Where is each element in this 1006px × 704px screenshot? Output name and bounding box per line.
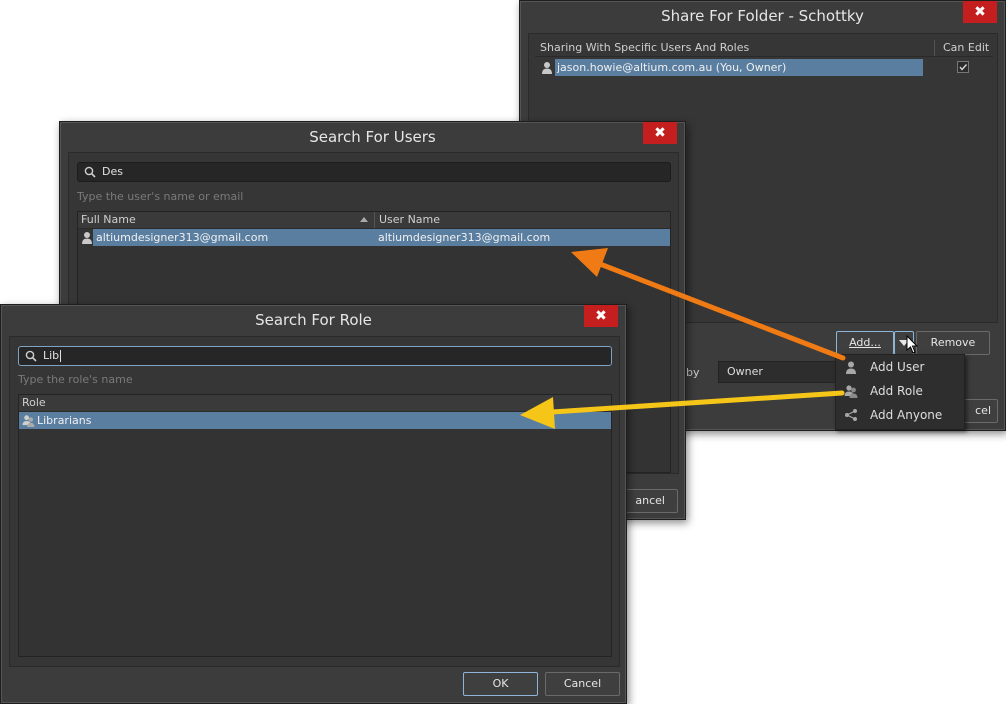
- share-dialog-title: Share For Folder - Schottky: [661, 7, 864, 25]
- sharing-list-header: Sharing With Specific Users And Roles Ca…: [535, 40, 993, 57]
- users-result-row[interactable]: altiumdesigner313@gmail.com altiumdesign…: [78, 229, 670, 246]
- users-search-input[interactable]: Des: [77, 162, 671, 182]
- role-icon: [22, 415, 35, 427]
- role-result-row[interactable]: Librarians: [19, 412, 611, 429]
- sharing-row-label: jason.howie@altium.com.au (You, Owner): [555, 59, 923, 76]
- role-icon: [844, 385, 858, 398]
- by-label: by: [686, 366, 700, 379]
- role-search-input[interactable]: Lib: [18, 346, 612, 366]
- sharing-row-owner[interactable]: jason.howie@altium.com.au (You, Owner): [535, 59, 923, 76]
- share-dialog-close-button[interactable]: ✖: [963, 1, 997, 23]
- role-search-hint: Type the role's name: [18, 373, 133, 386]
- user-icon: [846, 361, 856, 374]
- role-search-value: Lib: [43, 349, 60, 362]
- menu-item-add-anyone[interactable]: Add Anyone: [836, 403, 964, 427]
- add-dropdown-menu: Add User Add Role Add Anyone: [835, 354, 965, 430]
- add-button[interactable]: Add...: [836, 331, 894, 355]
- share-icon: [845, 409, 857, 421]
- col-full-name-header[interactable]: Full Name: [81, 212, 136, 228]
- users-list-header: Full Name User Name: [78, 212, 670, 229]
- col-user-name-header[interactable]: User Name: [374, 212, 440, 228]
- users-search-hint: Type the user's name or email: [77, 190, 244, 203]
- role-dialog-panel: Lib Type the role's name Role Librarians: [9, 336, 620, 667]
- can-edit-checkbox[interactable]: [957, 61, 969, 73]
- search-icon: [84, 166, 96, 178]
- menu-item-add-role[interactable]: Add Role: [836, 379, 964, 403]
- user-icon: [542, 62, 552, 74]
- role-cancel-button[interactable]: Cancel: [545, 672, 620, 696]
- role-ok-button[interactable]: OK: [463, 672, 538, 696]
- owner-select[interactable]: Owner: [718, 361, 838, 383]
- role-results-list[interactable]: Role Librarians: [18, 394, 612, 657]
- sort-ascending-icon: [360, 217, 368, 222]
- role-dialog-close-button[interactable]: ✖: [584, 305, 618, 327]
- search-icon: [25, 350, 37, 362]
- col-sharing-header[interactable]: Sharing With Specific Users And Roles: [540, 40, 749, 56]
- mouse-cursor-icon: [906, 335, 919, 354]
- role-dialog-title: Search For Role: [255, 311, 372, 329]
- user-icon: [82, 232, 92, 244]
- menu-item-add-user[interactable]: Add User: [836, 355, 964, 379]
- users-dialog-close-button[interactable]: ✖: [643, 122, 677, 144]
- check-icon: [959, 64, 968, 71]
- role-row-label: Librarians: [37, 414, 92, 427]
- text-caret: [60, 350, 62, 362]
- search-role-dialog: Search For Role ✖ Lib Type the role's na…: [0, 304, 627, 704]
- users-dialog-title: Search For Users: [309, 128, 436, 146]
- remove-button[interactable]: Remove: [916, 331, 990, 355]
- col-can-edit-header[interactable]: Can Edit: [934, 40, 989, 56]
- col-role-header[interactable]: Role: [22, 395, 46, 411]
- users-row-user-name: altiumdesigner313@gmail.com: [378, 231, 551, 244]
- role-list-header: Role: [19, 395, 611, 412]
